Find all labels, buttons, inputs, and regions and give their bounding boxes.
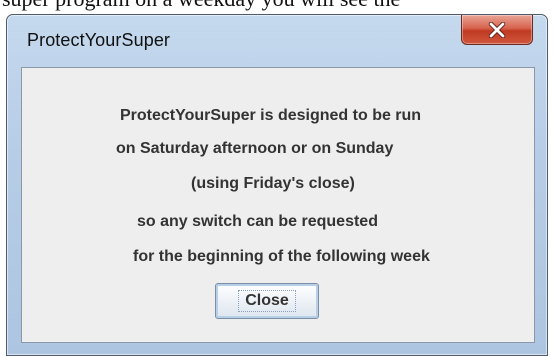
message-line-5: for the beginning of the following week bbox=[133, 248, 430, 265]
close-button-label: Close bbox=[245, 292, 289, 309]
message-dialog: ProtectYourSuper ProtectYourSuper is des… bbox=[6, 14, 548, 356]
message-line-3: (using Friday's close) bbox=[191, 175, 355, 192]
window-title: ProtectYourSuper bbox=[27, 30, 171, 50]
title-bar[interactable]: ProtectYourSuper bbox=[7, 15, 547, 61]
background-document-text: super program on a weekday you will see … bbox=[2, 0, 400, 12]
close-x-icon bbox=[488, 21, 506, 38]
close-button[interactable]: Close bbox=[215, 283, 319, 319]
window-close-button[interactable] bbox=[461, 15, 533, 45]
message-line-1: ProtectYourSuper is designed to be run bbox=[120, 107, 422, 124]
message-line-2: on Saturday afternoon or on Sunday bbox=[116, 140, 394, 157]
message-line-4: so any switch can be requested bbox=[137, 213, 378, 230]
dialog-content: ProtectYourSuper is designed to be run o… bbox=[21, 67, 535, 343]
